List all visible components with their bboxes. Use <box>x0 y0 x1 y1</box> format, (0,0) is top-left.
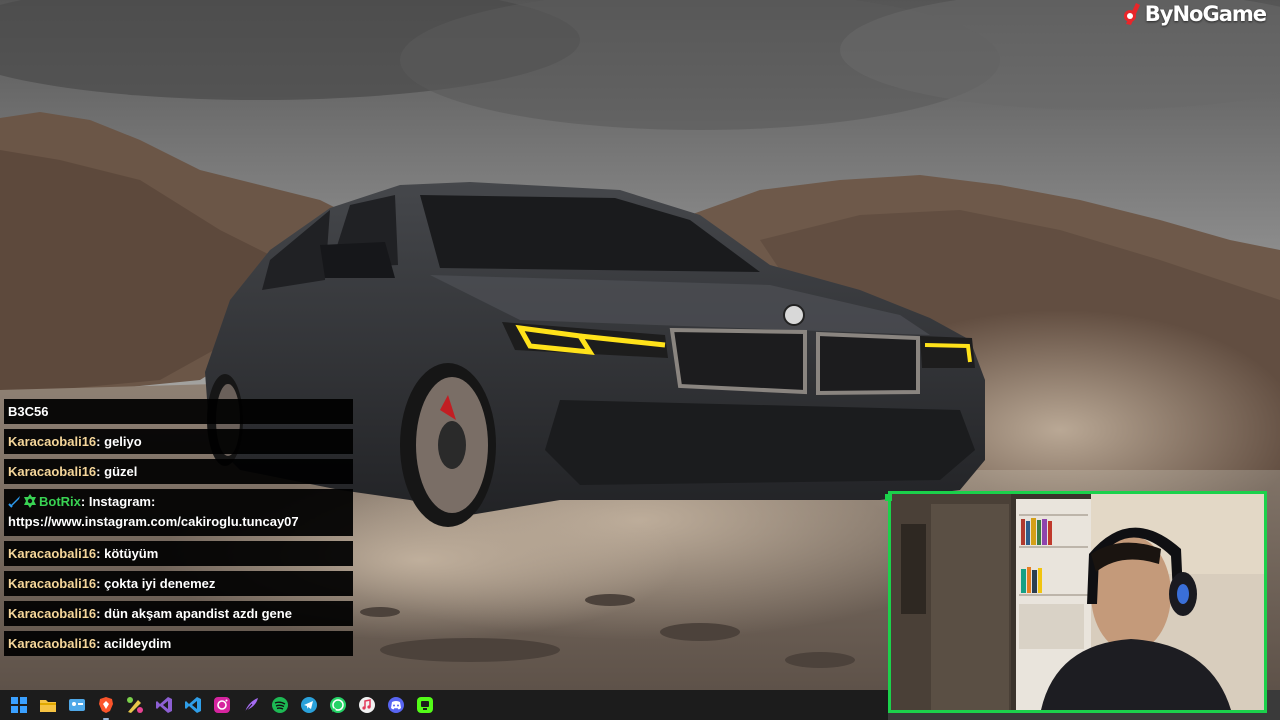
sword-badge-icon <box>8 496 20 508</box>
widgets-icon[interactable] <box>66 694 88 716</box>
brand-watermark: ByNoGame <box>1122 2 1267 26</box>
chat-message: Karacaobali16: çokta iyi denemez <box>4 571 353 596</box>
chat-username: Karacaobali16 <box>8 434 97 449</box>
streamer-camera-image <box>891 494 1264 710</box>
instagram-icon[interactable] <box>211 694 233 716</box>
paint-icon[interactable] <box>124 694 146 716</box>
chat-message-text: B3C56 <box>8 404 49 419</box>
bot-badge-icon <box>24 494 36 508</box>
chat-message: BotRix: Instagram: https://www.instagram… <box>4 489 353 536</box>
chat-message-text: dün akşam apandist azdı gene <box>100 606 292 621</box>
chat-username: BotRix <box>39 494 81 509</box>
chat-message-text: çokta iyi denemez <box>100 576 216 591</box>
chat-message: Karacaobali16: dün akşam apandist azdı g… <box>4 601 353 626</box>
chat-username: Karacaobali16 <box>8 464 97 479</box>
telegram-icon[interactable] <box>298 694 320 716</box>
webcam-frame-marker <box>885 494 892 501</box>
spotify-icon[interactable] <box>269 694 291 716</box>
chat-username: Karacaobali16 <box>8 636 97 651</box>
chat-message: Karacaobali16: güzel <box>4 459 353 484</box>
whatsapp-icon[interactable] <box>327 694 349 716</box>
chat-message: Karacaobali16: acildeydim <box>4 631 353 656</box>
file-explorer-icon[interactable] <box>37 694 59 716</box>
chat-message-text: acildeydim <box>100 636 172 651</box>
chat-username: Karacaobali16 <box>8 546 97 561</box>
chat-message-text: kötüyüm <box>100 546 159 561</box>
chat-username: Karacaobali16 <box>8 606 97 621</box>
webcam-feed <box>888 491 1267 713</box>
taskbar <box>0 690 888 720</box>
feather-app-icon[interactable] <box>240 694 262 716</box>
discord-icon[interactable] <box>385 694 407 716</box>
bynogame-logo-icon <box>1123 3 1140 25</box>
chat-message-text: güzel <box>100 464 138 479</box>
chat-message: B3C56 <box>4 399 353 424</box>
chat-message-text: geliyo <box>100 434 142 449</box>
vscode-icon[interactable] <box>182 694 204 716</box>
brand-name: ByNoGame <box>1144 2 1267 26</box>
stream-app-icon[interactable] <box>414 694 436 716</box>
chat-message: Karacaobali16: geliyo <box>4 429 353 454</box>
chat-message: Karacaobali16: kötüyüm <box>4 541 353 566</box>
visual-studio-icon[interactable] <box>153 694 175 716</box>
windows-start-icon[interactable] <box>8 694 30 716</box>
stream-chat-overlay: B3C56 Karacaobali16: geliyo Karacaobali1… <box>4 399 353 656</box>
itunes-icon[interactable] <box>356 694 378 716</box>
chat-username: Karacaobali16 <box>8 576 97 591</box>
brave-browser-icon[interactable] <box>95 694 117 720</box>
